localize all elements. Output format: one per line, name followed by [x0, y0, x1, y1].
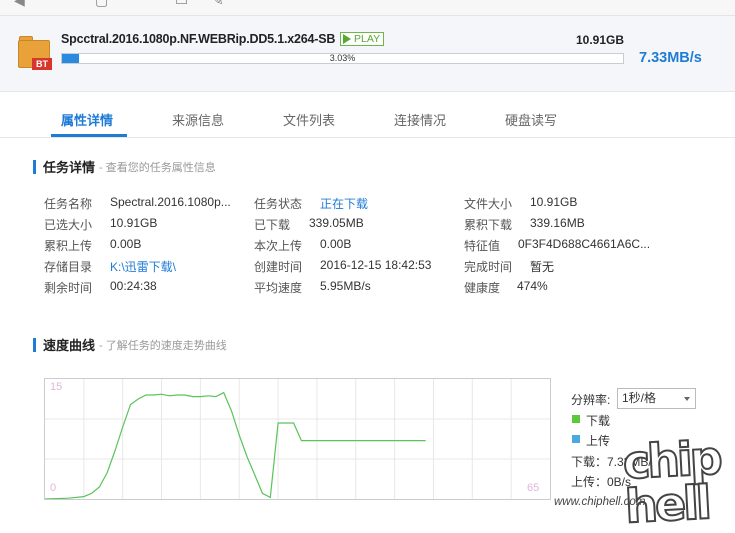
play-icon	[343, 34, 351, 44]
task-row[interactable]: BT Spcctral.2016.1080p.NF.WEBRip.DD5.1.x…	[0, 16, 735, 92]
play-button[interactable]: PLAY	[340, 32, 385, 46]
chiphell-logo: chip hell	[621, 430, 722, 533]
prop-label-task-name: 任务名称	[44, 197, 93, 211]
top-toolbar: ◀ ▢ ▭ ✎	[0, 0, 735, 16]
prop-value-file-size: 10.91GB	[530, 195, 578, 209]
prop-value-remaining-time: 00:24:38	[110, 279, 157, 293]
prop-value-finish-time: 暂无	[530, 260, 555, 274]
bt-file-icon: BT	[18, 36, 52, 70]
resolution-select[interactable]: 1秒/格	[617, 388, 696, 409]
y-max-label: 15	[50, 381, 63, 393]
prop-label-created-time: 创建时间	[254, 260, 303, 274]
prop-label-remaining-time: 剩余时间	[44, 281, 93, 295]
speed-chart: 15 0 65	[44, 378, 551, 500]
toolbar-icon[interactable]: ▢	[95, 0, 108, 9]
task-total-size: 10.91GB	[576, 33, 625, 47]
task-details-header: 任务详情 - 查看您的任务属性信息	[33, 157, 216, 176]
download-speed: 7.33MB/s	[639, 50, 702, 66]
download-progress-bar: 3.03%	[61, 53, 624, 64]
tab-file-list[interactable]: 文件列表	[283, 110, 335, 129]
resolution-value: 1秒/格	[622, 391, 657, 405]
prop-value-task-status: 正在下载	[320, 197, 369, 211]
download-legend-label: 下载	[586, 414, 611, 428]
x-max-label: 65	[527, 482, 540, 494]
prop-label-file-size: 文件大小	[464, 197, 513, 211]
prop-label-downloaded: 已下载	[254, 218, 291, 232]
prop-value-total-download: 339.16MB	[530, 216, 585, 230]
prop-value-avg-speed: 5.95MB/s	[320, 279, 371, 293]
file-type-badge: BT	[32, 58, 52, 70]
prop-label-selected-size: 已选大小	[44, 218, 93, 232]
prop-label-save-dir: 存储目录	[44, 260, 93, 274]
section-subtitle: - 了解任务的速度走势曲线	[99, 339, 227, 352]
watermark-url: www.chiphell.com	[554, 496, 646, 508]
save-dir-link[interactable]: K:\迅雷下载\	[110, 258, 176, 275]
section-title: 速度曲线	[43, 338, 96, 353]
tab-disk-io[interactable]: 硬盘读写	[505, 110, 557, 129]
chiphell-watermark: chip hell www.chiphell.com	[552, 430, 732, 533]
tab-properties[interactable]: 属性详情	[61, 110, 113, 129]
prop-label-avg-speed: 平均速度	[254, 281, 303, 295]
prop-value-health: 474%	[517, 279, 548, 293]
section-title: 任务详情	[43, 160, 96, 175]
prop-value-hash: 0F3F4D688C4661A6C...	[518, 237, 651, 251]
y-min-label: 0	[50, 482, 57, 494]
progress-percent: 3.03%	[329, 53, 356, 63]
task-name: Spcctral.2016.1080p.NF.WEBRip.DD5.1.x264…	[61, 32, 336, 46]
speed-chart-svg	[45, 379, 550, 499]
detail-tabs: 属性详情 来源信息 文件列表 连接情况 硬盘读写	[0, 92, 735, 138]
speed-curve-header: 速度曲线 - 了解任务的速度走势曲线	[33, 335, 227, 354]
active-tab-indicator	[51, 134, 127, 137]
prop-label-total-upload: 累积上传	[44, 239, 93, 253]
toolbar-icon[interactable]: ▭	[175, 0, 188, 9]
prop-label-session-upload: 本次上传	[254, 239, 303, 253]
prop-label-total-download: 累积下载	[464, 218, 513, 232]
chevron-down-icon	[684, 397, 690, 401]
play-label: PLAY	[354, 33, 381, 45]
prop-value-task-name: Spectral.2016.1080p...	[110, 195, 231, 209]
prop-value-downloaded: 339.05MB	[309, 216, 364, 230]
prop-value-created-time: 2016-12-15 18:42:53	[320, 258, 432, 272]
edit-icon[interactable]: ✎	[212, 0, 224, 9]
prop-value-total-upload: 0.00B	[110, 237, 142, 251]
prop-label-hash: 特征值	[464, 239, 501, 253]
prop-label-health: 健康度	[464, 281, 501, 295]
tab-connections[interactable]: 连接情况	[394, 110, 446, 129]
download-speed-line	[45, 391, 426, 499]
prop-value-selected-size: 10.91GB	[110, 216, 158, 230]
back-icon[interactable]: ◀	[14, 0, 25, 9]
prop-value-session-upload: 0.00B	[320, 237, 352, 251]
prop-label-task-status: 任务状态	[254, 197, 303, 211]
section-subtitle: - 查看您的任务属性信息	[99, 161, 216, 174]
download-legend-swatch	[572, 415, 580, 423]
tab-sources[interactable]: 来源信息	[172, 110, 224, 129]
resolution-label: 分辨率:	[571, 393, 611, 407]
prop-label-finish-time: 完成时间	[464, 260, 513, 274]
